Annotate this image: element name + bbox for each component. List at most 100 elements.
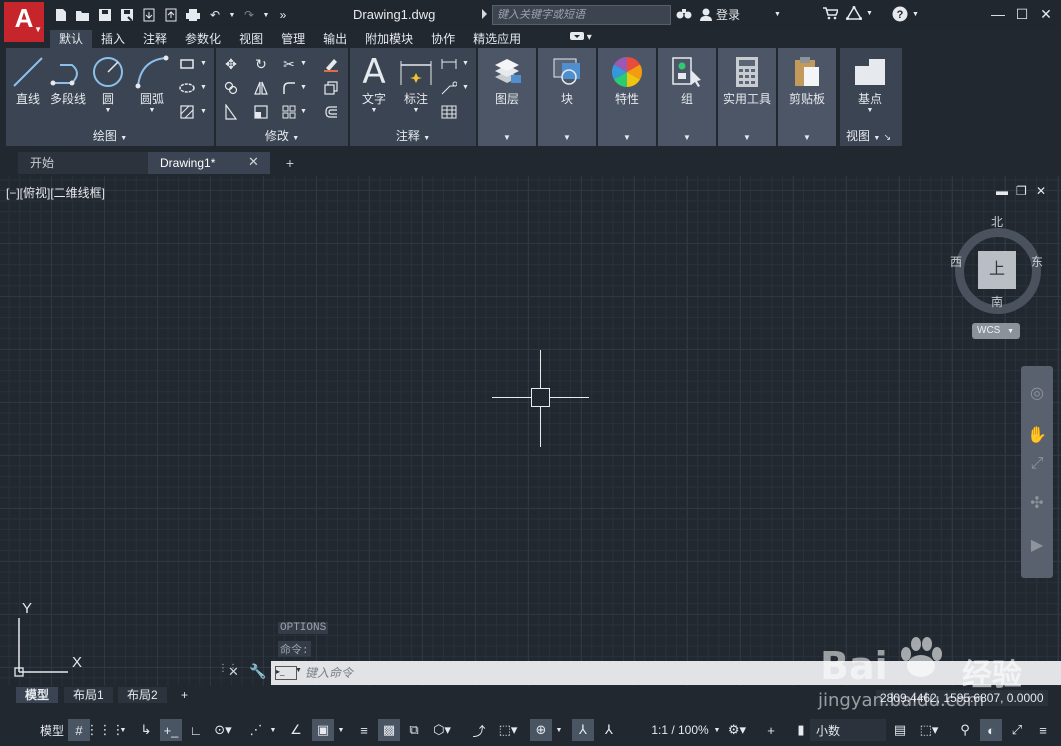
ribbon-tab-collaborate[interactable]: 协作 <box>422 30 464 48</box>
utilities-button[interactable]: 实用工具 <box>720 54 774 107</box>
drawing-canvas[interactable]: [−][俯视][二维线框] ▬ ❐ ✕ Y X OPTIONS 命令: <box>0 176 1061 686</box>
properties-button[interactable]: 特性 <box>608 54 646 107</box>
groups-panel[interactable]: 组 ▼ <box>658 48 716 146</box>
more-icon[interactable]: » <box>274 6 292 24</box>
offset-icon[interactable] <box>320 102 342 122</box>
polyline-button[interactable]: 多段线 <box>48 54 88 107</box>
snap-icon[interactable]: ⋮⋮⋮ <box>86 719 125 741</box>
layout-tab-model[interactable]: 模型 <box>16 687 59 703</box>
ribbon-tab-output[interactable]: 输出 <box>314 30 356 48</box>
viewcube[interactable]: 上 北 南 东 西 <box>950 210 1046 314</box>
help-icon[interactable]: ? ▼ <box>892 6 919 22</box>
hardware-acceleration-icon[interactable]: ◐ <box>980 719 1002 741</box>
viewport-controls-label[interactable]: [−][俯视][二维线框] <box>6 184 105 201</box>
add-layout-icon[interactable]: + <box>172 687 197 703</box>
new-icon[interactable] <box>52 6 70 24</box>
3d-object-snap-icon[interactable]: ⬡▾ <box>428 719 456 741</box>
hatch-icon[interactable] <box>176 102 198 122</box>
object-snap-icon[interactable]: ▣ <box>312 719 334 741</box>
pan-icon[interactable]: ✋ <box>1025 424 1049 448</box>
annotation-visibility-icon[interactable]: ⅄ <box>572 719 594 741</box>
ribbon-tab-insert[interactable]: 插入 <box>92 30 134 48</box>
ribbon-options-icon[interactable]: ▾ <box>570 32 592 43</box>
application-menu-button[interactable]: A ▼ <box>4 2 44 42</box>
chevron-down-icon[interactable]: ▼ <box>118 719 128 741</box>
save-as-icon[interactable] <box>118 6 136 24</box>
ribbon-tab-featured-apps[interactable]: 精选应用 <box>464 30 530 48</box>
utilities-panel[interactable]: 实用工具 ▼ <box>718 48 776 146</box>
view-panel-title[interactable]: 视图 ▼ ↘ <box>840 127 902 144</box>
array-icon[interactable] <box>278 102 300 122</box>
chevron-down-icon[interactable]: ▼ <box>200 60 207 67</box>
compass-east[interactable]: 东 <box>1031 253 1043 270</box>
units-selector[interactable]: 小数 <box>810 719 886 741</box>
copy-icon[interactable] <box>220 78 242 98</box>
move-icon[interactable]: ✥ <box>220 54 242 74</box>
ribbon-tab-annotate[interactable]: 注释 <box>134 30 176 48</box>
viewport-close-icon[interactable]: ✕ <box>1036 184 1046 198</box>
save-to-web-icon[interactable] <box>162 6 180 24</box>
chevron-down-icon[interactable]: ▼ <box>300 84 307 91</box>
circle-button[interactable]: 圆 ▼ <box>92 54 124 114</box>
redo-icon[interactable]: ↷ <box>240 6 258 24</box>
scale-icon[interactable] <box>250 102 272 122</box>
minimize-icon[interactable]: — <box>988 5 1008 23</box>
clean-screen-icon[interactable]: ⤢ <box>1006 719 1028 741</box>
viewcube-top-face[interactable]: 上 <box>978 251 1016 289</box>
compass-west[interactable]: 西 <box>950 253 962 270</box>
viewport-restore-icon[interactable]: ❐ <box>1016 184 1027 198</box>
clipboard-panel[interactable]: 剪贴板 ▼ <box>778 48 836 146</box>
chevron-down-icon[interactable]: ▼ <box>300 108 307 115</box>
block-panel[interactable]: 块 ▼ <box>538 48 596 146</box>
open-icon[interactable] <box>74 6 92 24</box>
close-icon[interactable]: ✕ <box>1036 5 1056 23</box>
rectangle-icon[interactable] <box>176 54 198 74</box>
zoom-extents-icon[interactable]: ⤢ <box>1025 452 1049 476</box>
undo-icon[interactable]: ↶ <box>206 6 224 24</box>
properties-panel[interactable]: 特性 ▼ <box>598 48 656 146</box>
chevron-down-icon[interactable]: ▼ <box>563 133 571 142</box>
steering-wheel-icon[interactable]: ◎ <box>1025 382 1049 406</box>
chevron-down-icon[interactable]: ▼ <box>462 60 469 67</box>
file-tab-start[interactable]: 开始 <box>18 152 148 174</box>
isolate-objects-icon[interactable]: ⚲ <box>954 719 976 741</box>
chevron-down-icon[interactable]: ▼ <box>268 719 278 741</box>
chevron-down-icon[interactable]: ▼ <box>200 108 207 115</box>
save-icon[interactable] <box>96 6 114 24</box>
orbit-icon[interactable]: ✣ <box>1025 492 1049 516</box>
maximize-icon[interactable]: ☐ <box>1012 5 1032 23</box>
layers-panel[interactable]: 图层 ▼ <box>478 48 536 146</box>
chevron-down-icon[interactable]: ▼ <box>803 133 811 142</box>
fillet-icon[interactable] <box>278 78 300 98</box>
ribbon-tab-addins[interactable]: 附加模块 <box>356 30 422 48</box>
workspace-icon[interactable]: ⚙▾ <box>722 719 752 741</box>
chevron-down-icon[interactable]: ▼ <box>228 6 236 24</box>
ribbon-tab-default[interactable]: 默认 <box>50 30 93 48</box>
viewport-minimize-icon[interactable]: ▬ <box>996 184 1008 198</box>
auto-scale-icon[interactable]: ⅄ <box>598 719 620 741</box>
search-box[interactable] <box>492 5 671 25</box>
dynamic-ucs-icon[interactable]: ⤴ <box>468 719 490 741</box>
block-button[interactable]: 块 <box>548 54 586 107</box>
close-icon[interactable]: ✕ <box>228 664 239 680</box>
ribbon-tab-manage[interactable]: 管理 <box>272 30 314 48</box>
compass-south[interactable]: 南 <box>991 293 1003 310</box>
chevron-down-icon[interactable]: ▼ <box>712 719 722 741</box>
dynamic-input-icon[interactable]: +_ <box>160 719 182 741</box>
binoculars-icon[interactable] <box>676 6 692 20</box>
annotation-scale[interactable]: 1:1 / 100% <box>648 719 712 741</box>
wcs-menu[interactable]: WCS ▼ <box>972 323 1020 339</box>
search-input[interactable] <box>493 6 670 24</box>
annotation-panel-title[interactable]: 注释 ▼ <box>350 127 476 144</box>
line-button[interactable]: 直线 <box>12 54 44 107</box>
annotation-monitor-icon[interactable]: + <box>760 719 782 741</box>
wrench-icon[interactable]: 🔧 <box>249 663 266 680</box>
stretch-icon[interactable] <box>220 102 242 122</box>
trim-icon[interactable]: ✂ <box>278 54 300 74</box>
grip-icon[interactable]: ⋮⋮ <box>218 663 238 683</box>
lock-ui-icon[interactable]: ⬚▾ <box>914 719 944 741</box>
chevron-down-icon[interactable]: ▼ <box>462 84 469 91</box>
erase-icon[interactable] <box>320 54 342 74</box>
draw-panel-title[interactable]: 绘图 ▼ <box>6 127 214 144</box>
dialog-launcher-icon[interactable]: ↘ <box>884 132 892 142</box>
